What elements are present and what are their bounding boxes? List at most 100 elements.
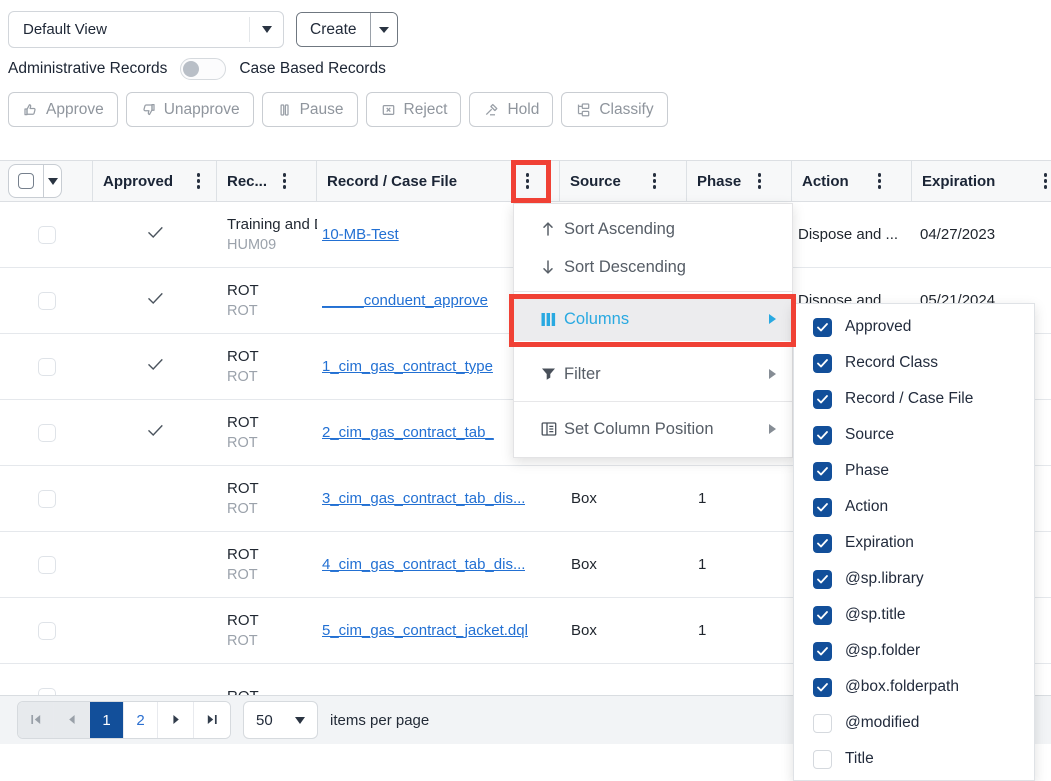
row-checkbox[interactable] <box>38 490 56 508</box>
record-class-value: Training and D <box>227 214 317 235</box>
row-checkbox[interactable] <box>38 292 56 310</box>
row-checkbox[interactable] <box>38 622 56 640</box>
page-button-2[interactable]: 2 <box>124 702 158 738</box>
columns-submenu-item-phase[interactable]: Phase <box>794 453 1034 489</box>
record-link[interactable]: 2_cim_gas_contract_tab_ <box>322 424 494 441</box>
record-link[interactable]: 3_cim_gas_contract_tab_dis... <box>322 490 525 507</box>
columns-submenu-item-box-folderpath[interactable]: @box.folderpath <box>794 669 1034 705</box>
submenu-item-label: Source <box>845 426 894 444</box>
chevron-down-icon[interactable] <box>250 26 283 33</box>
submenu-arrow-icon <box>769 424 776 434</box>
record-class-code: ROT <box>227 631 258 651</box>
column-header-label: Source <box>570 173 621 190</box>
columns-submenu-item-approved[interactable]: Approved <box>794 309 1034 345</box>
column-header-label: Rec... <box>227 173 267 190</box>
next-page-icon <box>170 712 182 729</box>
record-type-toggle[interactable] <box>180 58 226 80</box>
row-checkbox[interactable] <box>38 556 56 574</box>
menu-item-columns[interactable]: Columns <box>514 297 792 341</box>
submenu-item-label: Expiration <box>845 534 914 552</box>
approved-check-icon <box>147 358 164 375</box>
toggle-knob-icon[interactable] <box>183 61 199 77</box>
select-all-checkbox[interactable] <box>18 173 34 189</box>
columns-submenu-item-action[interactable]: Action <box>794 489 1034 525</box>
checked-checkbox-icon[interactable] <box>813 606 832 625</box>
checked-checkbox-icon[interactable] <box>813 642 832 661</box>
record-link[interactable]: _____conduent_approve <box>322 292 488 309</box>
approved-cell <box>93 268 217 333</box>
create-split-button[interactable]: Create <box>296 12 398 47</box>
checked-checkbox-icon[interactable] <box>813 390 832 409</box>
hold-button[interactable]: Hold <box>469 92 553 127</box>
columns-submenu-item-sp-library[interactable]: @sp.library <box>794 561 1034 597</box>
approved-cell <box>93 334 217 399</box>
record-link[interactable]: 1_cim_gas_contract_type <box>322 358 493 375</box>
classify-button[interactable]: Classify <box>561 92 667 127</box>
columns-submenu-item-record-case-file[interactable]: Record / Case File <box>794 381 1034 417</box>
columns-submenu-item-sp-title[interactable]: @sp.title <box>794 597 1034 633</box>
columns-submenu-item-modified[interactable]: @modified <box>794 705 1034 741</box>
checked-checkbox-icon[interactable] <box>813 678 832 697</box>
column-header-approved: Approved <box>93 161 217 201</box>
menu-item-sort-ascending[interactable]: Sort Ascending <box>514 210 792 248</box>
checked-checkbox-icon[interactable] <box>813 354 832 373</box>
menu-item-set-column-position[interactable]: Set Column Position <box>514 407 792 451</box>
menu-item-filter[interactable]: Filter <box>514 352 792 396</box>
column-header-record-case-file: Record / Case File <box>317 161 560 201</box>
submenu-item-label: @box.folderpath <box>845 678 959 696</box>
record-class-code: ROT <box>227 301 258 321</box>
phase-cell <box>687 664 792 695</box>
checked-checkbox-icon[interactable] <box>813 462 832 481</box>
column-menu-button[interactable] <box>281 169 289 193</box>
columns-submenu-item-title[interactable]: Title <box>794 741 1034 777</box>
select-all-control[interactable] <box>8 164 62 198</box>
column-menu-button[interactable] <box>195 169 203 193</box>
expiration-cell: 04/27/2023 <box>912 202 1051 267</box>
first-page-button[interactable] <box>18 702 54 738</box>
columns-submenu-item-expiration[interactable]: Expiration <box>794 525 1034 561</box>
menu-item-sort-descending[interactable]: Sort Descending <box>514 248 792 286</box>
submenu-item-label: Record / Case File <box>845 390 973 408</box>
record-link[interactable]: 5_cim_gas_contract_jacket.dql <box>322 622 528 639</box>
record-class-value: ROT <box>227 280 259 301</box>
column-menu-button[interactable] <box>876 169 884 193</box>
approve-button[interactable]: Approve <box>8 92 118 127</box>
column-menu-button[interactable] <box>1042 169 1050 193</box>
column-menu-button[interactable] <box>651 169 659 193</box>
unapprove-button[interactable]: Unapprove <box>126 92 254 127</box>
checked-checkbox-icon[interactable] <box>813 498 832 517</box>
column-menu-button[interactable] <box>756 169 764 193</box>
checked-checkbox-icon[interactable] <box>813 426 832 445</box>
pause-button[interactable]: Pause <box>262 92 358 127</box>
selection-dropdown-button[interactable] <box>44 178 61 185</box>
create-dropdown-button[interactable] <box>370 13 397 46</box>
row-checkbox[interactable] <box>38 358 56 376</box>
first-page-icon <box>30 712 42 729</box>
record-link[interactable]: 4_cim_gas_contract_tab_dis... <box>322 556 525 573</box>
checked-checkbox-icon[interactable] <box>813 534 832 553</box>
next-page-button[interactable] <box>158 702 194 738</box>
row-checkbox[interactable] <box>38 688 56 696</box>
column-menu-button[interactable] <box>524 169 532 193</box>
columns-submenu-item-record-class[interactable]: Record Class <box>794 345 1034 381</box>
last-page-button[interactable] <box>194 702 230 738</box>
previous-page-button[interactable] <box>54 702 90 738</box>
row-checkbox[interactable] <box>38 424 56 442</box>
row-checkbox[interactable] <box>38 226 56 244</box>
record-file-cell <box>317 664 560 695</box>
filter-icon <box>541 367 564 382</box>
create-button[interactable]: Create <box>297 13 370 46</box>
record-link[interactable]: 10-MB-Test <box>322 226 399 243</box>
reject-button[interactable]: Reject <box>366 92 462 127</box>
checked-checkbox-icon[interactable] <box>813 570 832 589</box>
page-button-1[interactable]: 1 <box>90 702 124 738</box>
columns-submenu-item-sp-folder[interactable]: @sp.folder <box>794 633 1034 669</box>
unchecked-checkbox-icon[interactable] <box>813 750 832 769</box>
page-size-dropdown[interactable]: 50 <box>243 701 318 739</box>
record-class-code: ROT <box>227 565 258 585</box>
checked-checkbox-icon[interactable] <box>813 318 832 337</box>
button-label: Reject <box>404 101 448 119</box>
view-selector[interactable]: Default View <box>8 11 284 48</box>
unchecked-checkbox-icon[interactable] <box>813 714 832 733</box>
columns-submenu-item-source[interactable]: Source <box>794 417 1034 453</box>
